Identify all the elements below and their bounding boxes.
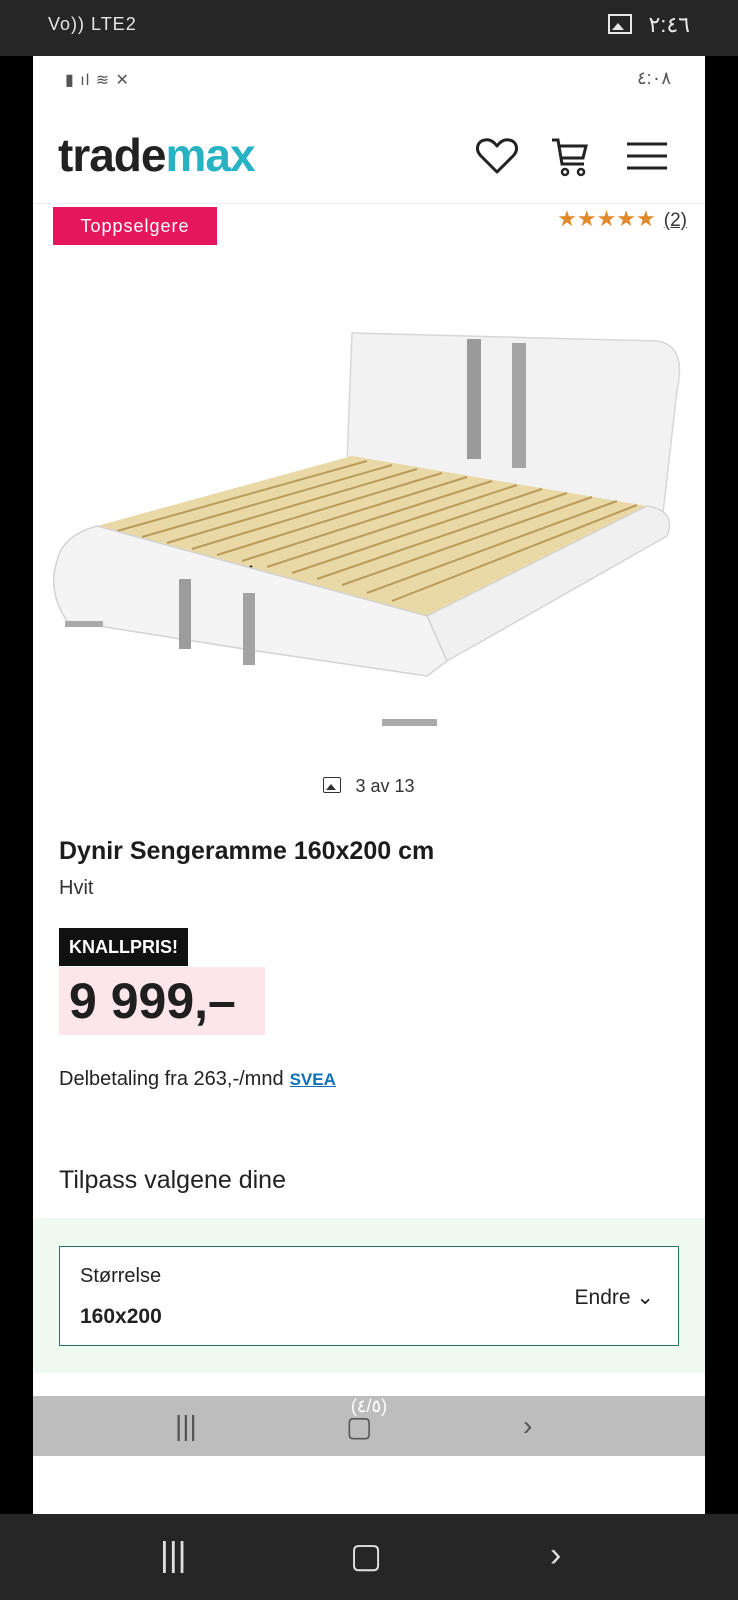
product-price: 9 999,– bbox=[59, 967, 265, 1035]
system-status-bar: Vo)) LTE2 ٢:٤٦ bbox=[0, 0, 738, 56]
trademax-logo[interactable]: trademax bbox=[58, 128, 256, 182]
cart-icon[interactable] bbox=[546, 132, 594, 180]
back-icon[interactable]: › bbox=[523, 1410, 532, 1442]
deal-tag: KNALLPRIS! bbox=[59, 928, 188, 966]
signal-indicators: Vo)) LTE2 bbox=[48, 14, 137, 34]
star-rating-icons: ★★★★★ bbox=[557, 206, 656, 231]
size-selector[interactable]: Størrelse 160x200 Endre ⌄ bbox=[59, 1246, 679, 1346]
system-back-icon[interactable]: › bbox=[550, 1536, 561, 1575]
image-icon bbox=[608, 14, 633, 34]
system-recents-icon[interactable]: ||| bbox=[160, 1536, 187, 1575]
size-value: 160x200 bbox=[80, 1305, 162, 1328]
change-size-button[interactable]: Endre ⌄ bbox=[575, 1285, 654, 1310]
recents-icon[interactable]: ||| bbox=[175, 1410, 197, 1442]
product-variant: Hvit bbox=[59, 877, 94, 899]
system-clock: ٢:٤٦ bbox=[648, 12, 690, 37]
site-header: trademax bbox=[33, 118, 705, 204]
heart-icon[interactable] bbox=[473, 132, 521, 180]
system-home-icon[interactable]: ▢ bbox=[350, 1536, 382, 1576]
gallery-counter: 3 av 13 bbox=[33, 776, 705, 797]
menu-icon[interactable] bbox=[623, 132, 671, 180]
inner-status-bar: ▮ ıl ≋ ✕ ٤:٠٨ bbox=[33, 56, 705, 106]
inner-clock: ٤:٠٨ bbox=[636, 68, 671, 88]
inner-signal-icons: ▮ ıl ≋ ✕ bbox=[65, 72, 130, 89]
installment-info[interactable]: Delbetaling fra 263,-/mnd SVEA bbox=[59, 1068, 336, 1091]
customize-heading: Tilpass valgene dine bbox=[59, 1166, 286, 1194]
svea-logo[interactable]: SVEA bbox=[290, 1070, 336, 1089]
gallery-image-icon bbox=[323, 777, 342, 793]
review-count-link[interactable]: (2) bbox=[664, 210, 687, 231]
bestseller-badge: Toppselgere bbox=[53, 207, 217, 245]
home-icon[interactable]: ▢ bbox=[346, 1410, 372, 1443]
screenshot-frame: ▮ ıl ≋ ✕ ٤:٠٨ trademax Toppselgere ★★★★★… bbox=[33, 56, 705, 1514]
system-navigation-bar: ||| ▢ › bbox=[0, 1514, 738, 1600]
size-label: Størrelse bbox=[80, 1265, 162, 1287]
product-rating[interactable]: ★★★★★ (2) bbox=[557, 206, 687, 232]
inner-navigation-bar: (٤/٥) ||| ▢ › bbox=[33, 1396, 705, 1456]
product-title: Dynir Sengeramme 160x200 cm bbox=[59, 837, 435, 865]
product-image-bed[interactable] bbox=[47, 321, 697, 741]
